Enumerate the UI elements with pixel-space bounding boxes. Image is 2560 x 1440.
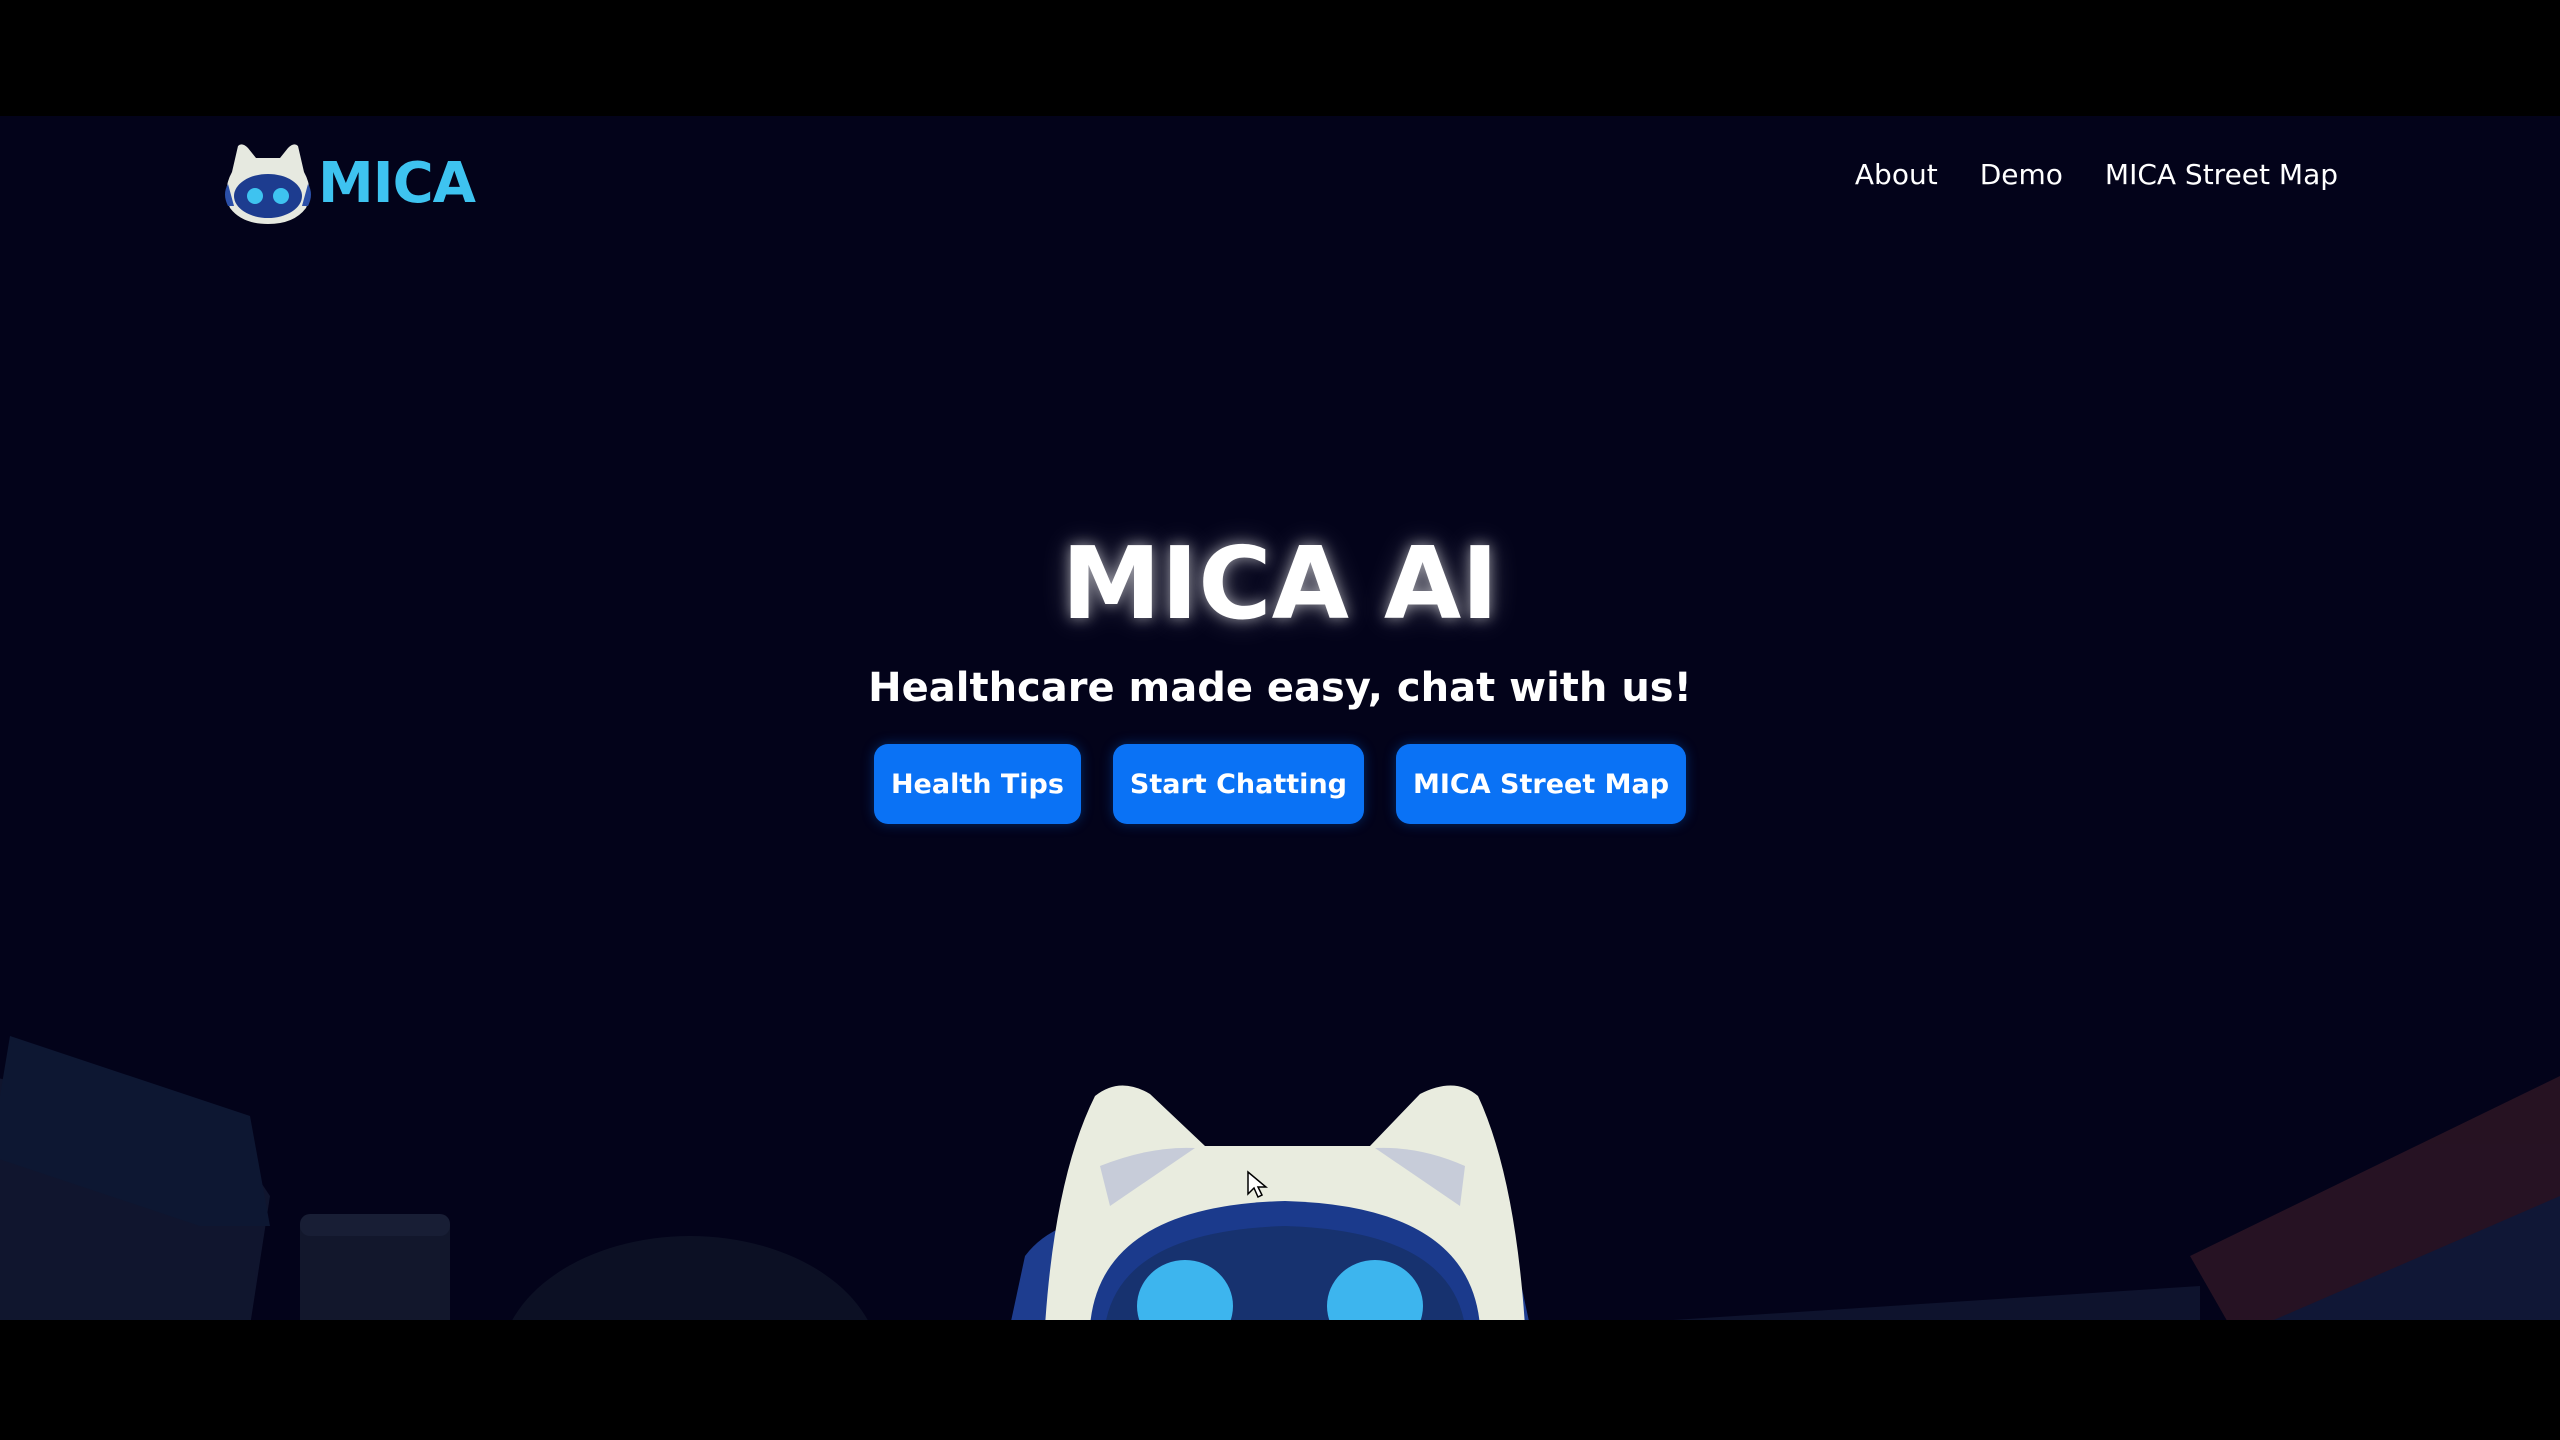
main-nav: About Demo MICA Street Map bbox=[1855, 158, 2338, 192]
letterbox-top bbox=[0, 0, 2560, 116]
nav-link-street-map[interactable]: MICA Street Map bbox=[2105, 158, 2338, 192]
hero-button-group: Health Tips Start Chatting MICA Street M… bbox=[0, 744, 2560, 824]
background-scene bbox=[0, 1036, 2560, 1320]
nav-link-demo[interactable]: Demo bbox=[1980, 158, 2063, 192]
health-tips-button[interactable]: Health Tips bbox=[873, 744, 1081, 824]
street-map-button[interactable]: MICA Street Map bbox=[1396, 744, 1687, 824]
brand-name: MICA bbox=[318, 151, 476, 216]
start-chatting-button[interactable]: Start Chatting bbox=[1112, 744, 1364, 824]
robot-cat-mascot-icon bbox=[1011, 1085, 1529, 1320]
brand-logo[interactable]: MICA bbox=[222, 134, 476, 234]
hero-title: MICA AI bbox=[1061, 525, 1499, 642]
robot-cat-icon bbox=[225, 144, 311, 224]
mouse-cursor-icon bbox=[1247, 1170, 1268, 1199]
letterbox-bottom bbox=[0, 1320, 2560, 1440]
pill-bottle-left-icon bbox=[0, 1036, 868, 1320]
nav-link-about[interactable]: About bbox=[1855, 158, 1938, 192]
page-viewport: MICA About Demo MICA Street Map MICA AI … bbox=[0, 116, 2560, 1320]
medicine-box-right-icon bbox=[1673, 1076, 2560, 1320]
hero-subtitle: Healthcare made easy, chat with us! bbox=[868, 665, 1692, 711]
